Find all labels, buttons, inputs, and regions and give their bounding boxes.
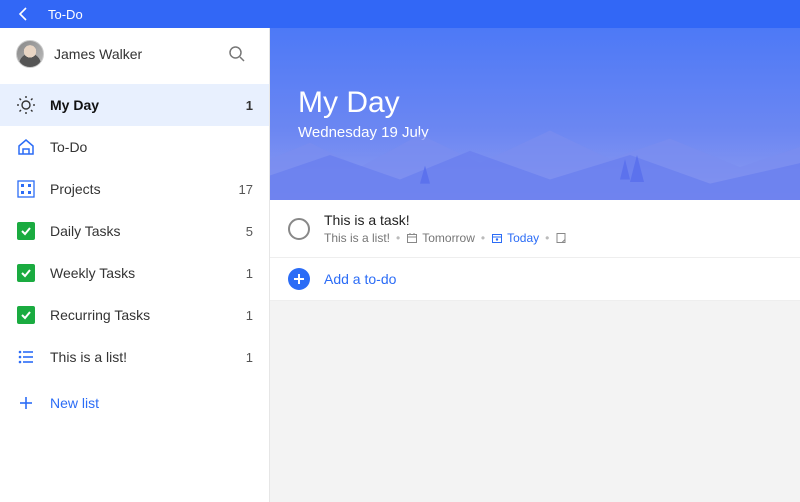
separator-dot: • <box>396 231 400 245</box>
sun-icon <box>16 95 36 115</box>
sidebar-item-label: Weekly Tasks <box>50 265 232 281</box>
list-group: My Day 1 To-Do Projects 17 <box>0 80 269 382</box>
app-root: To-Do James Walker My Day 1 <box>0 0 800 502</box>
sidebar-item-count: 17 <box>239 182 253 197</box>
sidebar-item-custom-list[interactable]: This is a list! 1 <box>0 336 269 378</box>
main: My Day Wednesday 19 July This is a task!… <box>270 28 800 502</box>
sidebar: James Walker My Day 1 To-Do <box>0 28 270 502</box>
arrow-left-icon <box>16 6 32 22</box>
task-body: This is a task! This is a list! • Tomorr… <box>324 212 782 245</box>
task-due: Tomorrow <box>406 231 475 245</box>
task-complete-checkbox[interactable] <box>288 218 310 240</box>
sidebar-item-label: Recurring Tasks <box>50 307 232 323</box>
calendar-icon <box>406 232 418 244</box>
sidebar-item-recurring-tasks[interactable]: Recurring Tasks 1 <box>0 294 269 336</box>
sidebar-item-my-day[interactable]: My Day 1 <box>0 84 269 126</box>
plus-icon <box>16 393 36 413</box>
new-list-label: New list <box>50 395 99 411</box>
new-list-button[interactable]: New list <box>0 382 269 424</box>
profile-name: James Walker <box>54 46 211 62</box>
separator-dot: • <box>545 231 549 245</box>
search-button[interactable] <box>221 38 253 70</box>
search-icon <box>227 44 247 64</box>
sidebar-item-count: 5 <box>246 224 253 239</box>
task-reminder: Today <box>491 231 539 245</box>
sidebar-item-projects[interactable]: Projects 17 <box>0 168 269 210</box>
add-task-row[interactable]: Add a to-do <box>270 258 800 301</box>
check-icon <box>16 263 36 283</box>
app-title: To-Do <box>48 7 83 22</box>
sidebar-item-todo[interactable]: To-Do <box>0 126 269 168</box>
bell-icon <box>491 232 503 244</box>
sidebar-item-label: This is a list! <box>50 349 232 365</box>
grid-icon <box>16 179 36 199</box>
sidebar-item-daily-tasks[interactable]: Daily Tasks 5 <box>0 210 269 252</box>
sidebar-item-label: My Day <box>50 97 232 113</box>
avatar <box>16 40 44 68</box>
sidebar-item-count: 1 <box>246 308 253 323</box>
task-title: This is a task! <box>324 212 782 228</box>
home-icon <box>16 137 36 157</box>
sidebar-item-weekly-tasks[interactable]: Weekly Tasks 1 <box>0 252 269 294</box>
back-button[interactable] <box>8 0 40 28</box>
separator-dot: • <box>481 231 485 245</box>
plus-circle-icon <box>288 268 310 290</box>
check-icon <box>16 305 36 325</box>
sidebar-item-count: 1 <box>246 266 253 281</box>
task-list: This is a task! This is a list! • Tomorr… <box>270 200 800 301</box>
sidebar-item-label: Daily Tasks <box>50 223 232 239</box>
add-task-placeholder: Add a to-do <box>324 271 396 287</box>
body: James Walker My Day 1 To-Do <box>0 28 800 502</box>
sidebar-item-count: 1 <box>246 98 253 113</box>
sidebar-item-label: Projects <box>50 181 225 197</box>
task-meta: This is a list! • Tomorrow • Today <box>324 231 782 245</box>
check-icon <box>16 221 36 241</box>
profile-row[interactable]: James Walker <box>0 28 269 80</box>
list-icon <box>16 347 36 367</box>
hero: My Day Wednesday 19 July <box>270 28 800 200</box>
task-row[interactable]: This is a task! This is a list! • Tomorr… <box>270 200 800 258</box>
sidebar-item-count: 1 <box>246 350 253 365</box>
note-icon <box>555 232 567 244</box>
page-date: Wednesday 19 July <box>298 124 772 141</box>
titlebar: To-Do <box>0 0 800 28</box>
sidebar-item-label: To-Do <box>50 139 239 155</box>
page-title: My Day <box>298 86 772 120</box>
task-list-name: This is a list! <box>324 231 390 245</box>
